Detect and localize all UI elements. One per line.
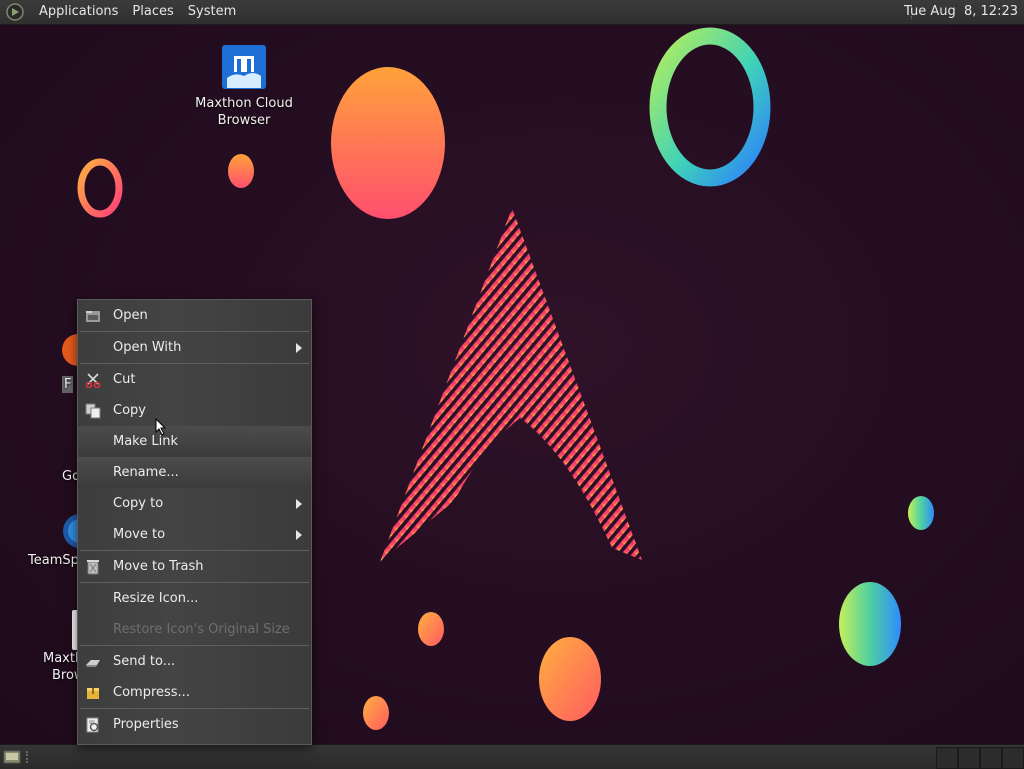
context-menu: Open Open With Cut Copy Make Link Rename… [77,299,312,745]
open-folder-icon [86,311,100,322]
menu-item-move-to[interactable]: Move to [78,519,311,550]
desktop-icon-maxthon[interactable]: Maxthon Cloud Browser [194,44,294,129]
places-menu[interactable]: Places [125,0,180,24]
workspace-2[interactable] [958,747,980,769]
submenu-arrow-icon [296,343,302,353]
properties-icon [86,717,99,733]
workspace-1[interactable] [936,747,958,769]
menu-item-label: Move to [113,527,166,542]
menu-item-send-to[interactable]: Send to... [78,646,311,677]
submenu-arrow-icon [296,499,302,509]
desktop-icon-label: Browser [217,113,271,128]
system-menu[interactable]: System [181,0,243,24]
menu-item-open[interactable]: Open [78,300,311,331]
menu-item-cut[interactable]: Cut [78,364,311,395]
desktop-icon-label: Maxth [43,651,84,666]
menu-item-label: Resize Icon... [113,591,199,606]
distro-logo-icon[interactable] [6,3,24,21]
menu-item-label: Open [113,308,148,323]
menu-item-resize-icon[interactable]: Resize Icon... [78,583,311,614]
archive-icon [87,688,99,699]
menu-item-make-link[interactable]: Make Link [78,418,311,457]
menu-item-label: Move to Trash [113,559,204,574]
trash-icon [87,560,99,575]
clock[interactable]: Tue Aug 8, 12:23 [904,0,1018,24]
arch-logo [380,208,642,562]
menu-item-label: Properties [113,717,179,732]
menu-item-rename[interactable]: Rename... [78,457,311,488]
show-desktop-icon[interactable] [3,748,21,766]
menu-item-label: Copy to [113,496,164,511]
workspace-4[interactable] [1002,747,1024,769]
scissors-icon [85,373,101,388]
desktop-icon-label: Maxthon Cloud [195,96,293,111]
teamspeak-icon [63,514,78,548]
menu-item-label: Rename... [113,465,179,480]
desktop-icon-label: F [62,376,74,393]
copy-icon [85,403,101,419]
desktop-icon-teamspeak[interactable]: TeamSp [28,512,79,569]
menu-item-copy-to[interactable]: Copy to [78,488,311,519]
menu-item-label: Compress... [113,685,190,700]
menu-item-compress[interactable]: Compress... [78,677,311,708]
maxthon-browser-icon [72,610,80,650]
menu-item-label: Restore Icon's Original Size [113,622,290,637]
menu-item-label: Cut [113,372,136,387]
menu-item-restore-icon-size: Restore Icon's Original Size [78,614,311,645]
menu-item-move-to-trash[interactable]: Move to Trash [78,551,311,582]
menu-item-open-with[interactable]: Open With [78,332,311,363]
menu-item-properties[interactable]: Properties [78,709,311,740]
menu-item-copy[interactable]: Copy [78,395,311,426]
desktop-icon-label: TeamSp [28,553,79,568]
mouse-cursor-icon [155,418,167,436]
send-icon [86,660,100,667]
applications-menu[interactable]: Applications [32,0,125,24]
submenu-arrow-icon [296,530,302,540]
menu-item-label: Open With [113,340,182,355]
top-panel: Applications Places System Tue Aug 8, 12… [0,0,1024,25]
menu-item-label: Send to... [113,654,176,669]
desktop-icon-maxthon-2[interactable]: Maxth Brow [40,610,85,684]
menu-item-label: Copy [113,403,146,418]
workspace-3[interactable] [980,747,1002,769]
panel-grip [26,751,34,763]
bottom-panel [0,744,1024,769]
maxthon-browser-icon [222,45,266,89]
menu-item-label: Make Link [113,434,178,449]
desktop-icon-label: Brow [52,668,85,683]
